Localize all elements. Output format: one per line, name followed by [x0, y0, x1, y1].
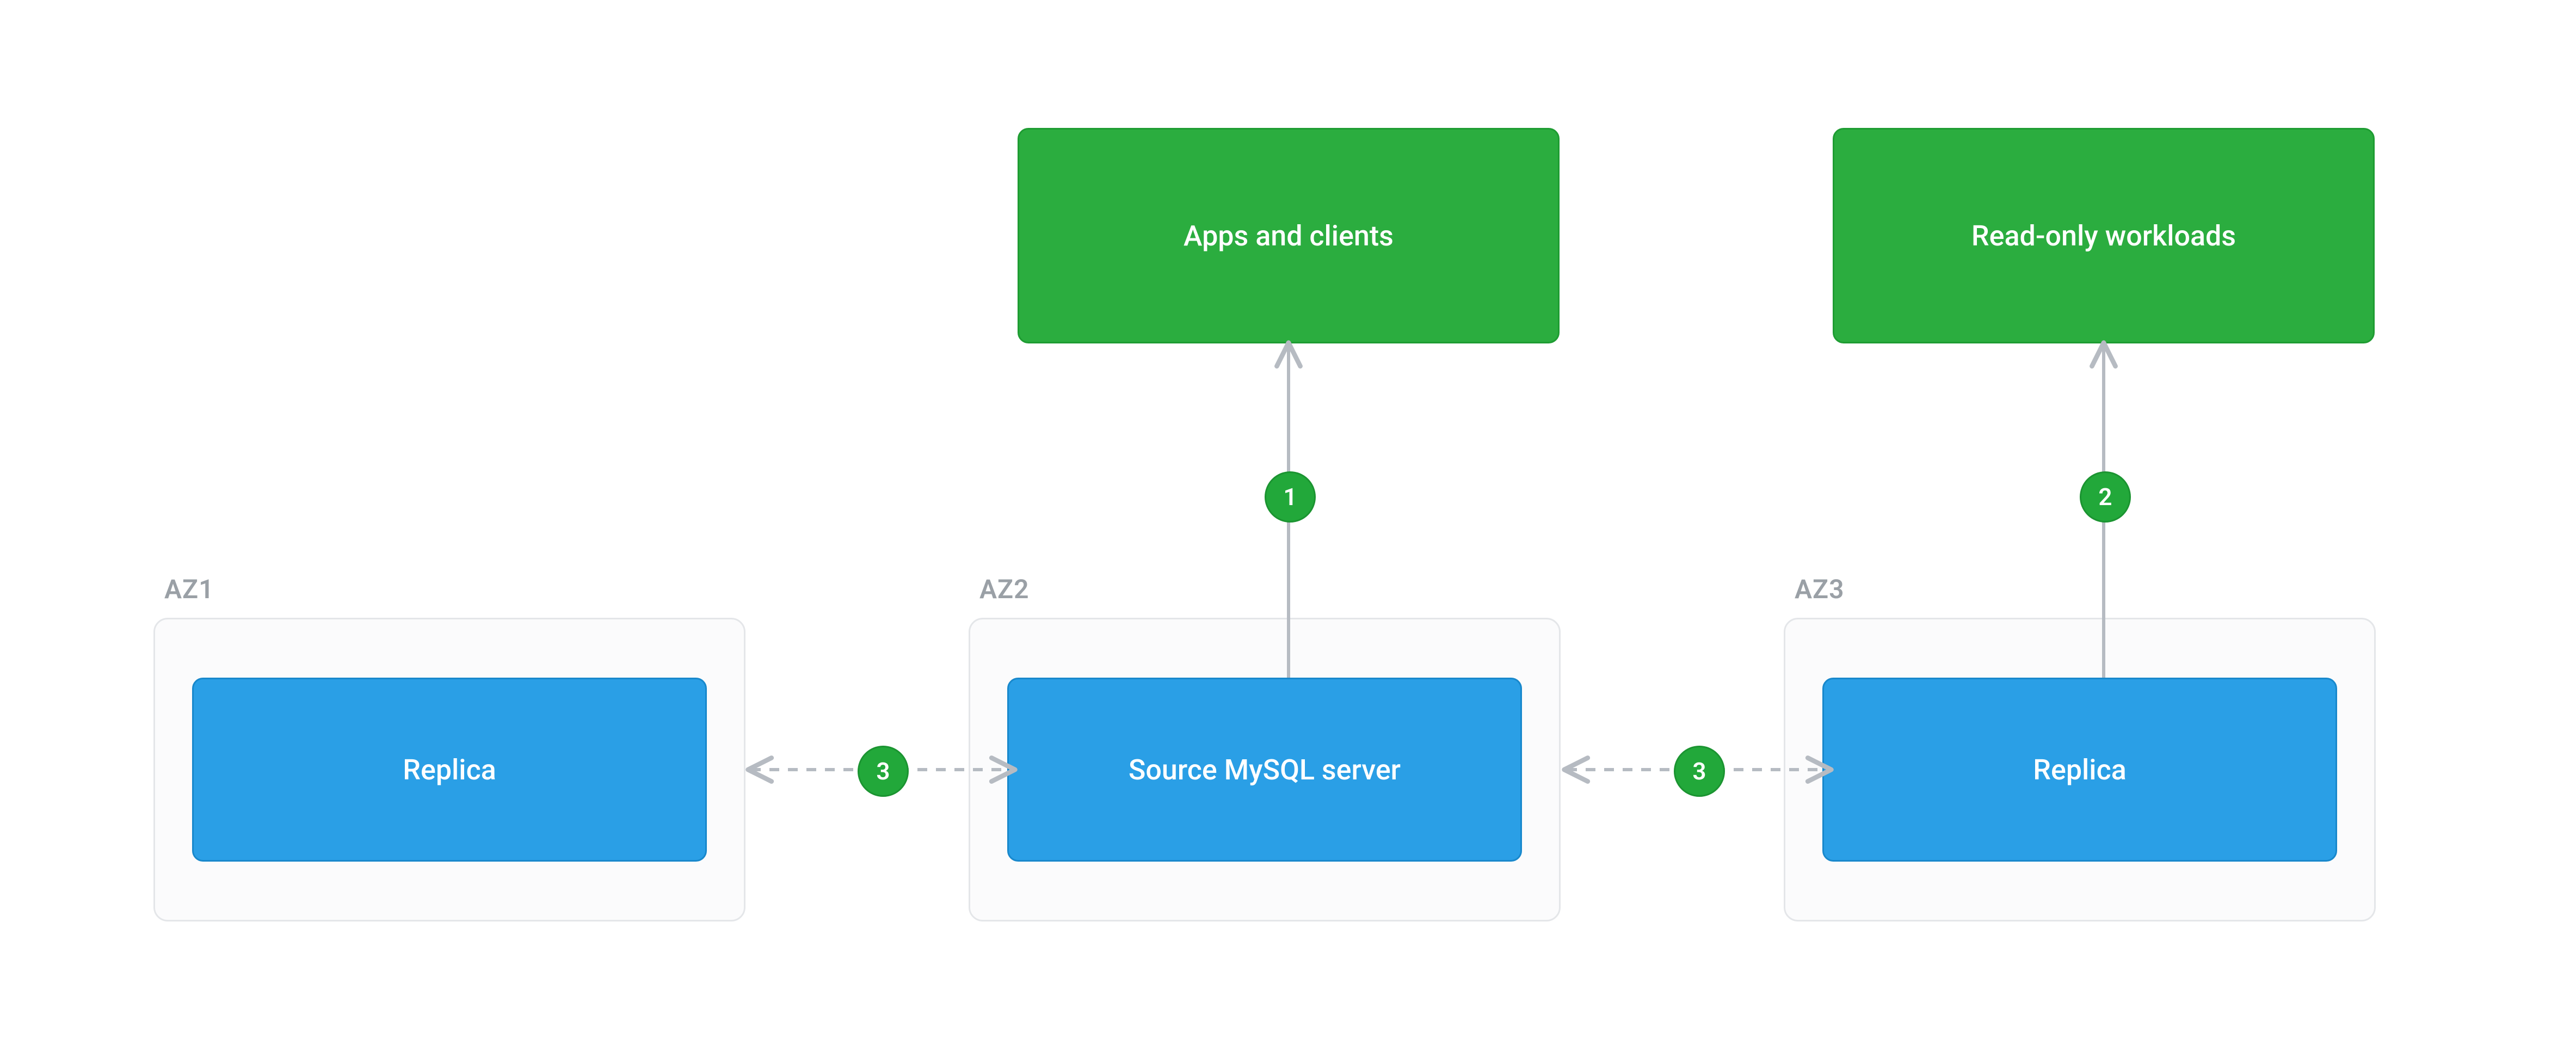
node-source-mysql: Source MySQL server — [1007, 678, 1522, 862]
node-apps-clients: Apps and clients — [1018, 128, 1560, 343]
node-apps-clients-label: Apps and clients — [1184, 219, 1394, 253]
node-readonly-workloads: Read-only workloads — [1833, 128, 2375, 343]
node-source-mysql-label: Source MySQL server — [1129, 753, 1401, 787]
node-az1-replica: Replica — [192, 678, 707, 862]
node-readonly-workloads-label: Read-only workloads — [1971, 219, 2236, 253]
az1-label: AZ1 — [164, 574, 214, 605]
az2-label: AZ2 — [979, 574, 1030, 605]
node-az1-replica-label: Replica — [403, 753, 496, 787]
diagram-canvas: Apps and clients Read-only workloads AZ1… — [0, 0, 2576, 1063]
az3-label: AZ3 — [1795, 574, 1845, 605]
badge-1: 1 — [1265, 471, 1316, 523]
badge-3-left: 3 — [858, 746, 909, 797]
badge-2: 2 — [2080, 471, 2131, 523]
badge-3-right: 3 — [1674, 746, 1725, 797]
node-az3-replica-label: Replica — [2033, 753, 2127, 787]
node-az3-replica: Replica — [1822, 678, 2337, 862]
